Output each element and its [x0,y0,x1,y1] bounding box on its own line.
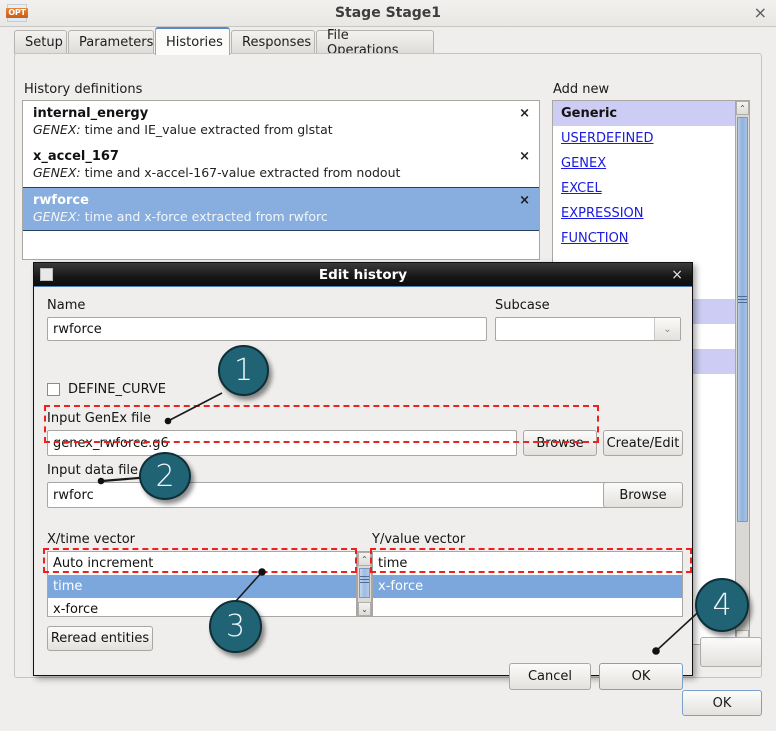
input-genex-file-input[interactable]: genex_rwforce.g6 [47,430,517,456]
app-root: OPT Stage Stage1 × Setup Parameters Hist… [0,0,776,731]
chevron-up-icon[interactable]: ⌃ [736,101,749,115]
main-window-titlebar: OPT Stage Stage1 × [0,0,776,27]
list-item[interactable]: internal_energy GENEX: time and IE_value… [23,101,539,144]
tab-histories[interactable]: Histories [155,27,230,55]
tab-file-operations[interactable]: File Operations [316,28,434,58]
cancel-button[interactable]: Cancel [509,663,591,690]
scrollbar-thumb[interactable] [737,117,748,522]
dialog-titlebar: Edit history × [34,263,692,287]
annotation-3: 3 [209,600,262,653]
scrollbar-grip-icon [360,576,369,585]
add-new-item-genex[interactable]: GENEX [553,151,749,176]
subcase-value [496,318,654,340]
y-value-vector-list[interactable]: time x-force [372,551,683,617]
add-new-link[interactable]: EXPRESSION [561,206,644,221]
input-data-file-input[interactable]: rwforc [47,482,617,508]
add-new-link[interactable]: EXCEL [561,181,602,196]
ok-button[interactable]: OK [599,663,683,690]
tab-responses[interactable]: Responses [231,30,315,54]
chevron-down-icon[interactable]: ⌄ [654,318,680,340]
x-time-vector-list[interactable]: Auto increment time x-force [47,551,357,617]
remove-icon[interactable]: × [519,106,530,121]
scrollbar-grip-icon [738,296,747,303]
list-item-selected[interactable]: x-force [373,575,682,598]
history-description: GENEX: time and x-accel-167-value extrac… [33,165,531,180]
subcase-label: Subcase [495,298,550,313]
list-item-selected[interactable]: time [48,575,356,598]
input-genex-file-label: Input GenEx file [47,411,151,426]
list-item[interactable]: time [373,552,682,575]
history-desc-text: time and x-accel-167-value extracted fro… [80,165,401,180]
background-button-right[interactable] [700,637,762,667]
x-time-vector-label: X/time vector [47,532,136,547]
annotation-2: 2 [139,452,191,500]
name-input[interactable]: rwforce [47,317,487,341]
history-desc-prefix: GENEX: [33,165,81,180]
history-desc-prefix: GENEX: [33,122,81,137]
dialog-title: Edit history [318,266,408,283]
annotation-4: 4 [695,578,749,632]
chevron-down-icon[interactable]: ⌄ [358,602,371,616]
add-new-link[interactable]: GENEX [561,156,606,171]
define-curve-checkbox[interactable] [47,383,60,396]
remove-icon[interactable]: × [519,193,530,208]
dialog-body: Name rwforce Subcase ⌄ DEFINE_CURVE Inpu… [34,287,692,690]
tab-bar: Setup Parameters Histories Responses Fil… [0,27,776,58]
history-description: GENEX: time and x-force extracted from r… [33,209,531,224]
list-item[interactable]: Auto increment [48,552,356,575]
datafile-browse-button[interactable]: Browse [603,482,683,508]
dialog-close-icon[interactable]: × [671,267,683,283]
history-definitions-label: History definitions [24,82,143,97]
reread-entities-button[interactable]: Reread entities [47,626,153,651]
define-curve-label: DEFINE_CURVE [68,382,166,397]
list-item[interactable]: x-force [48,598,356,616]
chevron-up-icon[interactable]: ⌃ [358,552,371,566]
add-new-item-function[interactable]: FUNCTION [553,226,749,251]
history-desc-text: time and x-force extracted from rwforc [80,209,328,224]
main-ok-button[interactable]: OK [682,690,762,716]
close-icon[interactable]: × [754,5,767,21]
history-description: GENEX: time and IE_value extracted from … [33,122,531,137]
history-name: internal_energy [33,106,149,121]
input-data-file-label: Input data file [47,463,139,478]
add-new-item-excel[interactable]: EXCEL [553,176,749,201]
history-name: rwforce [33,193,89,208]
history-definitions-list[interactable]: internal_energy GENEX: time and IE_value… [22,100,540,260]
tab-setup[interactable]: Setup [14,30,67,54]
name-label: Name [47,298,86,313]
add-new-scrollbar[interactable]: ⌃ ⌄ [735,100,750,645]
x-time-vector-scrollbar[interactable]: ⌃ ⌄ [357,551,372,617]
history-name: x_accel_167 [33,149,119,164]
tab-parameters[interactable]: Parameters [68,30,154,54]
edit-history-dialog: Edit history × Name rwforce Subcase ⌄ DE… [33,262,693,690]
add-new-link[interactable]: USERDEFINED [561,131,654,146]
add-new-item-expression[interactable]: EXPRESSION [553,201,749,226]
remove-icon[interactable]: × [519,149,530,164]
subcase-select[interactable]: ⌄ [495,317,681,341]
history-desc-text: time and IE_value extracted from glstat [80,122,333,137]
genex-browse-button[interactable]: Browse [523,430,597,456]
list-item[interactable]: x_accel_167 GENEX: time and x-accel-167-… [23,144,539,187]
add-new-link[interactable]: FUNCTION [561,231,629,246]
add-new-group-header: Generic [553,101,749,126]
annotation-1: 1 [218,345,269,396]
add-new-label: Add new [553,82,610,97]
y-value-vector-label: Y/value vector [372,532,466,547]
history-desc-prefix: GENEX: [33,209,81,224]
genex-create-edit-button[interactable]: Create/Edit [603,430,683,456]
list-item-selected[interactable]: rwforce GENEX: time and x-force extracte… [23,187,539,231]
add-new-item-userdefined[interactable]: USERDEFINED [553,126,749,151]
page-title: Stage Stage1 [334,5,442,21]
